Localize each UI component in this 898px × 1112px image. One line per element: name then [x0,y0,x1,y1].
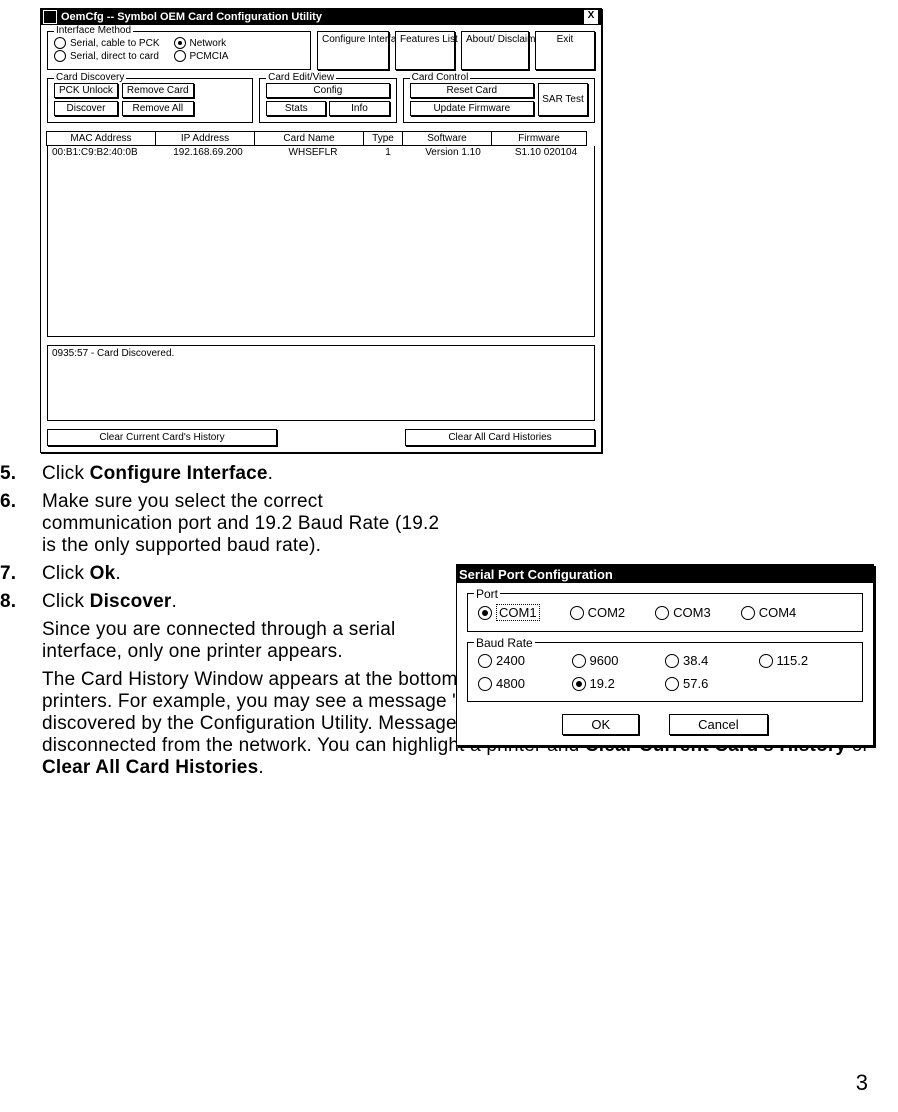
card-edit-view-group: Card Edit/View Config Stats Info [259,78,397,123]
radio-9600[interactable]: 9600 [572,653,666,668]
interface-method-group: Interface Method Serial, cable to PCK Se… [47,31,311,70]
history-entry: 0935:57 - Card Discovered. [52,348,174,359]
step-6-text: Make sure you select the correct communi… [42,491,442,557]
card-table-header: MAC Address IP Address Card Name Type So… [47,131,595,146]
col-ip[interactable]: IP Address [155,131,255,146]
radio-serial-card[interactable]: Serial, direct to card [54,50,160,62]
step-7-number: 7. [0,563,42,585]
col-type[interactable]: Type [363,131,403,146]
step-8-number: 8. [0,591,42,613]
radio-384[interactable]: 38.4 [665,653,759,668]
stats-button[interactable]: Stats [266,101,326,116]
radio-192[interactable]: 19.2 [572,676,666,691]
config-button[interactable]: Config [266,83,390,98]
serial-titlebar: Serial Port Configuration [457,565,873,583]
features-list-button[interactable]: Features List [395,31,455,70]
radio-com1[interactable]: COM1 [478,604,540,621]
col-name[interactable]: Card Name [254,131,364,146]
step-5-text: Click Configure Interface. [42,463,878,485]
table-row[interactable]: 00:B1:C9:B2:40:0B 192.168.69.200 WHSEFLR… [48,146,594,159]
clear-current-history-button[interactable]: Clear Current Card's History [47,429,277,446]
ok-button[interactable]: OK [562,714,639,735]
radio-1152[interactable]: 115.2 [759,653,853,668]
remove-card-button[interactable]: Remove Card [122,83,194,98]
card-discovery-group: Card Discovery PCK Unlock Discover Remov… [47,78,253,123]
remove-all-button[interactable]: Remove All [122,101,194,116]
col-mac[interactable]: MAC Address [46,131,156,146]
card-control-group: Card Control Reset Card Update Firmware … [403,78,595,123]
clear-all-histories-button[interactable]: Clear All Card Histories [405,429,595,446]
step-8-para1: Since you are connected through a serial… [42,619,442,663]
serial-title: Serial Port Configuration [459,567,613,582]
col-software[interactable]: Software [402,131,492,146]
radio-com3[interactable]: COM3 [655,604,711,621]
close-icon[interactable]: X [583,9,599,25]
discover-button[interactable]: Discover [54,101,118,116]
serial-port-dialog: Serial Port Configuration Port COM1 COM2… [456,564,874,746]
oemcfg-title: OemCfg -- Symbol OEM Card Configuration … [61,11,322,23]
reset-card-button[interactable]: Reset Card [410,83,534,98]
col-firmware[interactable]: Firmware [491,131,587,146]
radio-com2[interactable]: COM2 [570,604,626,621]
radio-576[interactable]: 57.6 [665,676,759,691]
step-6-number: 6. [0,491,42,557]
port-group: Port COM1 COM2 COM3 COM4 [467,593,863,632]
oemcfg-titlebar: OemCfg -- Symbol OEM Card Configuration … [41,9,601,25]
card-table-body[interactable]: 00:B1:C9:B2:40:0B 192.168.69.200 WHSEFLR… [47,146,595,337]
update-firmware-button[interactable]: Update Firmware [410,101,534,116]
exit-button[interactable]: Exit [535,31,595,70]
interface-method-legend: Interface Method [54,25,133,36]
page-number: 3 [856,1070,868,1096]
cancel-button[interactable]: Cancel [669,714,767,735]
info-button[interactable]: Info [329,101,389,116]
radio-serial-pck[interactable]: Serial, cable to PCK [54,37,160,49]
oemcfg-window: OemCfg -- Symbol OEM Card Configuration … [40,8,602,453]
history-box[interactable]: 0935:57 - Card Discovered. [47,345,595,421]
radio-pcmcia[interactable]: PCMCIA [174,50,229,62]
radio-4800[interactable]: 4800 [478,676,572,691]
radio-2400[interactable]: 2400 [478,653,572,668]
configure-interface-button[interactable]: Configure Interface [317,31,389,70]
radio-com4[interactable]: COM4 [741,604,797,621]
pck-unlock-button[interactable]: PCK Unlock [54,83,118,98]
step-5-number: 5. [0,463,42,485]
radio-network[interactable]: Network [174,37,229,49]
app-icon [43,10,57,24]
about-disclaimer-button[interactable]: About/ Disclaimer [461,31,529,70]
baud-rate-group: Baud Rate 2400 9600 38.4 115.2 4800 19.2… [467,642,863,702]
sar-test-button[interactable]: SAR Test [538,83,588,116]
